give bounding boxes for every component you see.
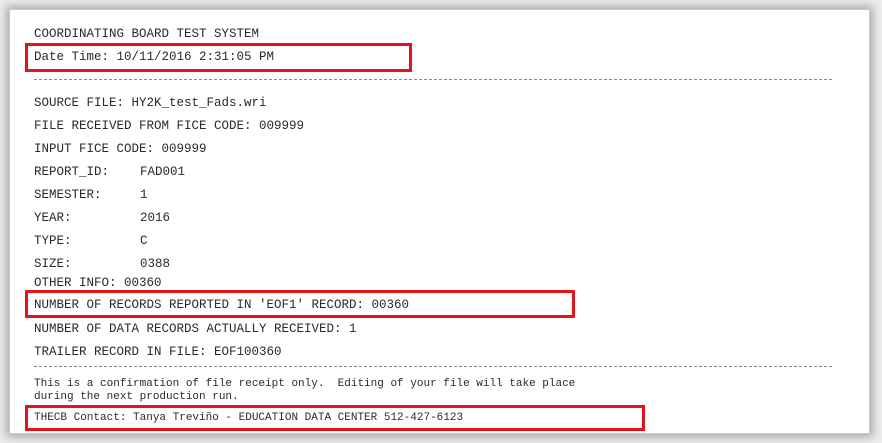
field-value-type: C bbox=[140, 234, 148, 248]
field-label-semester: SEMESTER: bbox=[34, 188, 102, 202]
field-label-size: SIZE: bbox=[34, 257, 72, 271]
confirmation-line-1: This is a confirmation of file receipt o… bbox=[34, 378, 576, 390]
field-label-year: YEAR: bbox=[34, 211, 72, 225]
separator-top bbox=[34, 79, 832, 80]
report-sheet: COORDINATING BOARD TEST SYSTEM Date Time… bbox=[9, 9, 870, 434]
separator-bottom bbox=[34, 366, 832, 367]
input-fice-code: INPUT FICE CODE: 009999 bbox=[34, 142, 207, 156]
report-title: COORDINATING BOARD TEST SYSTEM bbox=[34, 27, 260, 41]
file-received-from: FILE RECEIVED FROM FICE CODE: 009999 bbox=[34, 119, 305, 133]
field-value-year: 2016 bbox=[140, 211, 171, 225]
field-label-report-id: REPORT_ID: bbox=[34, 165, 110, 179]
trailer-record: TRAILER RECORD IN FILE: EOF100360 bbox=[34, 345, 282, 359]
field-value-semester: 1 bbox=[140, 188, 148, 202]
date-time-highlight bbox=[25, 43, 412, 72]
source-file: SOURCE FILE: HY2K_test_Fads.wri bbox=[34, 96, 267, 110]
records-reported-highlight bbox=[25, 290, 575, 318]
other-info: OTHER INFO: 00360 bbox=[34, 276, 162, 290]
confirmation-line-2: during the next production run. bbox=[34, 391, 239, 403]
field-value-report-id: FAD001 bbox=[140, 165, 186, 179]
field-value-size: 0388 bbox=[140, 257, 171, 271]
contact-highlight bbox=[25, 405, 645, 431]
records-received: NUMBER OF DATA RECORDS ACTUALLY RECEIVED… bbox=[34, 322, 357, 336]
field-label-type: TYPE: bbox=[34, 234, 72, 248]
